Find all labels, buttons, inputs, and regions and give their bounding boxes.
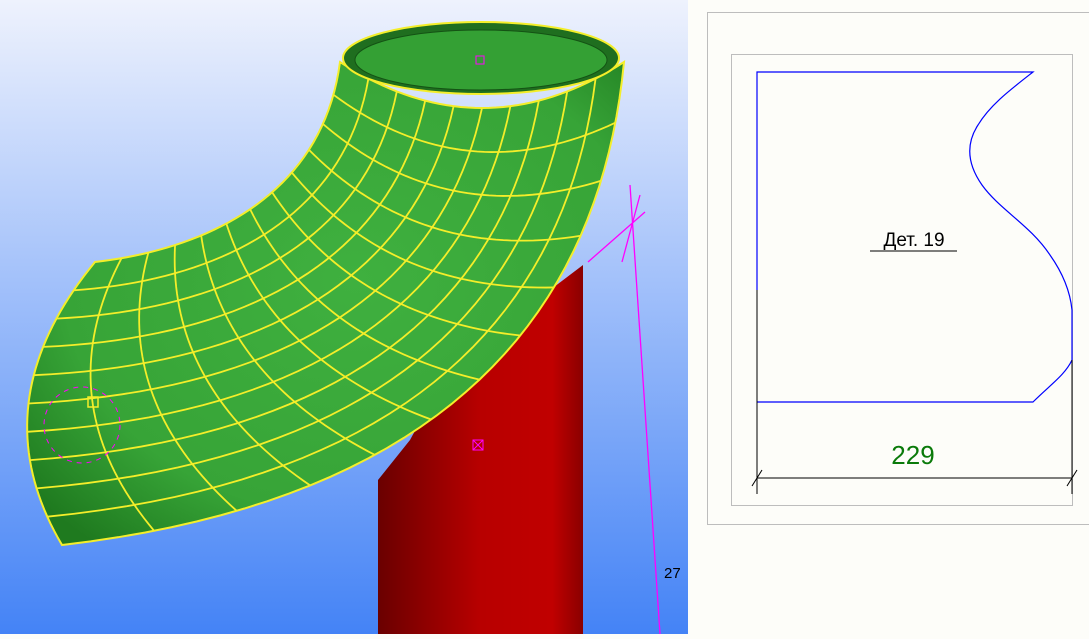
dimension-label: 27: [664, 565, 681, 582]
flat-pattern-drawing[interactable]: 229 Дет. 19: [688, 0, 1089, 634]
part-label: Дет. 19: [883, 230, 944, 251]
elbow-inner-wall: [355, 30, 607, 90]
2d-drawing-panel[interactable]: 229 Дет. 19: [688, 0, 1089, 634]
inner-frame: [732, 55, 1073, 506]
3d-viewport[interactable]: 27: [0, 0, 688, 634]
dimension-value: 229: [891, 440, 934, 470]
3d-scene[interactable]: 27: [0, 0, 688, 634]
